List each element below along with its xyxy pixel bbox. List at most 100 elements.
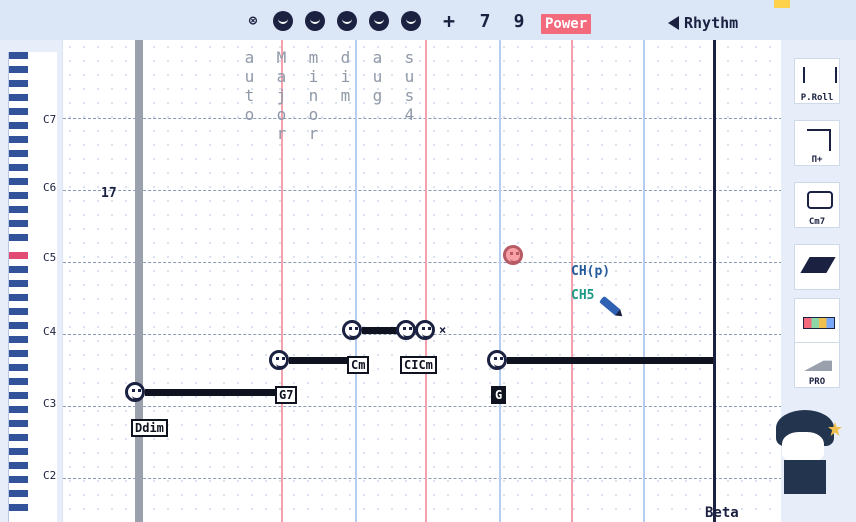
piano-key[interactable] [9,136,28,143]
wave-button[interactable]: Π+ [794,120,840,166]
close-icon[interactable]: ⊗ [247,10,259,32]
tag-g: G [491,386,507,404]
note-face-cm[interactable] [269,350,289,370]
chord-column-dim: dim [336,48,355,105]
grid-line [63,478,782,480]
number-7: 7 [479,10,491,32]
measure-line [499,40,501,522]
chord-grid[interactable]: auto Major minor dim aug sus4 17 G7 Ddim… [62,40,782,522]
chord-column-auto: auto [240,48,259,124]
piano-key[interactable] [9,462,28,469]
wave-icon [807,129,831,151]
piano-key[interactable] [9,476,28,483]
close-icon-small[interactable]: × [439,323,446,337]
chord-button[interactable]: Cm7 [794,182,840,228]
grid-line [63,190,782,192]
face-icon-4[interactable] [368,10,390,32]
octave-label-c4: C4 [43,325,57,338]
note-face-pink[interactable] [503,245,523,265]
piano-key[interactable] [9,80,28,87]
palette-button[interactable] [794,298,840,344]
piano-key[interactable] [9,308,28,315]
piano-key[interactable] [9,406,28,413]
piano-key[interactable] [9,392,28,399]
measure-line [425,40,427,522]
note-duration-bar[interactable] [289,357,351,364]
piano-key[interactable] [9,336,28,343]
chord-hint-ch5: CH5 [571,288,595,303]
note-duration-bar[interactable] [145,389,283,396]
note-duration-bar[interactable] [362,327,400,334]
piano-key[interactable] [9,350,28,357]
octave-label-c5: C5 [43,251,57,264]
octave-label-c7: C7 [43,113,57,126]
piano-key[interactable] [9,164,28,171]
color-palette-icon [803,317,835,329]
piano-key[interactable] [9,294,28,301]
grid-line [63,118,782,120]
note-face-c4[interactable] [342,320,362,340]
face-icon-1[interactable] [272,10,294,32]
power-badge[interactable]: Power [541,14,592,34]
pro-button[interactable]: PRO [794,342,840,388]
chord-column-sus4: sus4 [400,48,419,124]
face-icon-3[interactable] [336,10,358,32]
piano-key[interactable] [9,448,28,455]
piano-roll-button[interactable]: P.Roll [794,58,840,104]
piano-key[interactable] [9,490,28,497]
note-face-g[interactable] [487,350,507,370]
chord-column-major: Major [272,48,291,143]
corner-accent [774,0,790,8]
piano-key[interactable] [9,280,28,287]
piano-key[interactable] [9,108,28,115]
chord-icon [807,191,833,209]
grid-line [63,406,782,408]
octave-label-c6: C6 [43,181,57,194]
tag-cm: Cm [347,356,370,374]
grid-background [63,40,782,522]
piano-key[interactable] [9,122,28,129]
piano-key[interactable] [9,192,28,199]
piano-key[interactable] [9,378,28,385]
measure-line [355,40,357,522]
plus-icon[interactable]: + [439,9,459,33]
piano-key[interactable] [9,322,28,329]
piano-key[interactable] [9,66,28,73]
active-piano-key[interactable] [9,252,28,259]
rhythm-toggle[interactable]: Rhythm [668,14,738,32]
tag-ddim: Ddim [131,419,168,437]
face-icon-5[interactable] [400,10,422,32]
mascot-face [782,432,824,462]
parallelogram-icon [800,257,836,273]
piano-key[interactable] [9,206,28,213]
parallelogram-button[interactable] [794,244,840,290]
octave-label-c2: C2 [43,469,57,482]
chord-column-minor: minor [304,48,323,143]
end-line [713,40,716,522]
face-icon-2[interactable] [304,10,326,32]
mascot-body [784,460,826,494]
pro-icon [804,360,832,371]
measure-line [643,40,645,522]
piano-key[interactable] [9,420,28,427]
chord-hint-ch-p: CH(p) [571,264,611,279]
piano-key[interactable] [9,52,28,59]
piano-key[interactable] [9,434,28,441]
note-face-c4-3[interactable] [415,320,435,340]
piano-key[interactable] [9,234,28,241]
note-face-ddim[interactable] [125,382,145,402]
chord-column-aug: aug [368,48,387,105]
piano-key[interactable] [9,220,28,227]
tag-g7: G7 [275,386,298,404]
piano-key[interactable] [9,94,28,101]
piano-roll-icon [803,67,837,83]
piano-key[interactable] [9,178,28,185]
note-duration-bar[interactable] [507,357,713,364]
piano-key[interactable] [9,266,28,273]
note-face-c4-2[interactable] [396,320,416,340]
piano-key[interactable] [9,504,28,511]
mascot-character [764,410,856,510]
playhead-line[interactable] [135,40,143,522]
piano-key[interactable] [9,150,28,157]
piano-key[interactable] [9,364,28,371]
